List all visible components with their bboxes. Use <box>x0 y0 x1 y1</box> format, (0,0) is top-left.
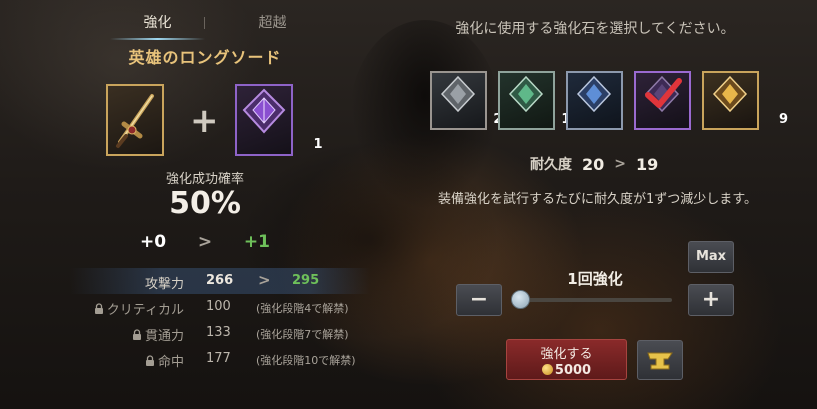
stat-name: 攻撃力 <box>144 277 184 292</box>
item-name: 英雄のロングソード <box>128 48 282 67</box>
stat-value: 100 <box>206 299 231 314</box>
stone-slot-green[interactable]: 1002 <box>498 71 598 130</box>
success-rate-value: 50% <box>169 186 241 221</box>
tab-transcend[interactable]: 超越 <box>215 12 330 38</box>
stone-count: 9 <box>778 112 789 127</box>
red-check-icon <box>645 78 682 108</box>
stone-slot-blue[interactable]: 9 <box>566 71 652 130</box>
increase-button[interactable]: + <box>688 284 734 316</box>
stat-unlock-note: (強化段階10で解禁) <box>256 354 356 367</box>
stat-name-text: 命中 <box>157 355 184 370</box>
level-change: +0 > +1 <box>140 232 270 252</box>
stat-row-penetration: 貫通力 133 (強化段階7で解禁) <box>70 320 370 346</box>
enhance-button-label: 強化する <box>540 347 593 362</box>
durability-to: 19 <box>636 154 659 174</box>
success-rate-label: 強化成功確率 <box>165 172 244 187</box>
plus-icon: + <box>701 287 721 312</box>
lock-icon <box>145 355 154 366</box>
max-button[interactable]: Max <box>688 241 734 273</box>
stat-name-text: クリティカル <box>106 303 184 318</box>
stat-value: 133 <box>206 325 231 340</box>
quantity-slider-track[interactable] <box>512 298 672 302</box>
enhance-button[interactable]: 強化する 5000 <box>506 339 627 380</box>
stat-new-value: 295 <box>292 273 320 288</box>
item-slot[interactable] <box>106 84 164 156</box>
gray-enhancement-stone-icon <box>440 75 476 113</box>
blue-enhancement-stone-icon <box>576 75 612 113</box>
sword-icon <box>116 94 154 148</box>
gold-enhancement-stone-icon <box>712 75 748 113</box>
stat-value: 266 <box>206 273 234 288</box>
tab-divider <box>204 17 205 29</box>
lock-icon <box>132 329 141 340</box>
stat-value: 177 <box>206 351 231 366</box>
purple-enhancement-stone-icon <box>242 88 286 134</box>
stat-unlock-note: (強化段階4で解禁) <box>256 302 349 315</box>
lock-icon <box>94 303 103 314</box>
green-enhancement-stone-icon <box>508 75 544 113</box>
stat-unlock-note: (強化段階7で解禁) <box>256 328 349 341</box>
stat-name-locked: 貫通力 <box>132 325 184 344</box>
tab-bar: 強化 超越 <box>100 12 330 40</box>
quantity-label: 1回強化 <box>567 270 623 288</box>
stat-name-locked: 命中 <box>145 351 184 370</box>
decrease-button[interactable]: − <box>456 284 502 316</box>
minus-icon: − <box>469 287 489 312</box>
durability-row: 耐久度 20 > 19 <box>530 154 670 174</box>
material-count: 1 <box>313 137 323 152</box>
level-arrow-icon: > <box>197 232 213 252</box>
stat-arrow-icon: > <box>258 271 271 289</box>
durability-arrow-icon: > <box>614 156 626 172</box>
level-to: +1 <box>243 232 270 252</box>
anvil-button[interactable] <box>637 340 683 380</box>
combine-plus-icon: + <box>190 101 219 141</box>
stat-name-locked: クリティカル <box>94 299 184 318</box>
gold-coin-icon <box>541 364 553 375</box>
stone-select-instruction: 強化に使用する強化石を選択してください。 <box>455 21 735 37</box>
durability-from: 20 <box>582 154 605 174</box>
tab-enhance[interactable]: 強化 <box>100 12 215 40</box>
stat-row-critical: クリティカル 100 (強化段階4で解禁) <box>70 294 370 320</box>
durability-warning: 装備強化を試行するたびに耐久度が1ずつ減少します。 <box>438 192 757 207</box>
stat-name-text: 貫通力 <box>144 329 184 344</box>
material-slot[interactable]: 1 <box>235 84 323 156</box>
stat-row-attack: 攻撃力 266 > 295 <box>70 268 370 294</box>
enhance-cost: 5000 <box>507 363 626 378</box>
anvil-icon <box>647 352 673 370</box>
enhance-cost-value: 5000 <box>554 363 592 378</box>
quantity-slider-thumb[interactable] <box>511 290 530 309</box>
durability-label: 耐久度 <box>530 157 572 173</box>
level-from: +0 <box>140 232 167 252</box>
stone-slot-purple-selected[interactable]: 2 <box>634 71 720 130</box>
stat-row-accuracy: 命中 177 (強化段階10で解禁) <box>70 346 370 372</box>
stat-list: 攻撃力 266 > 295 クリティカル 100 (強化段階4で解禁) 貫通力 … <box>70 268 370 372</box>
stone-slot-gold[interactable]: 9 <box>702 71 788 130</box>
stone-slot-gray[interactable]: 2400 <box>430 71 530 130</box>
